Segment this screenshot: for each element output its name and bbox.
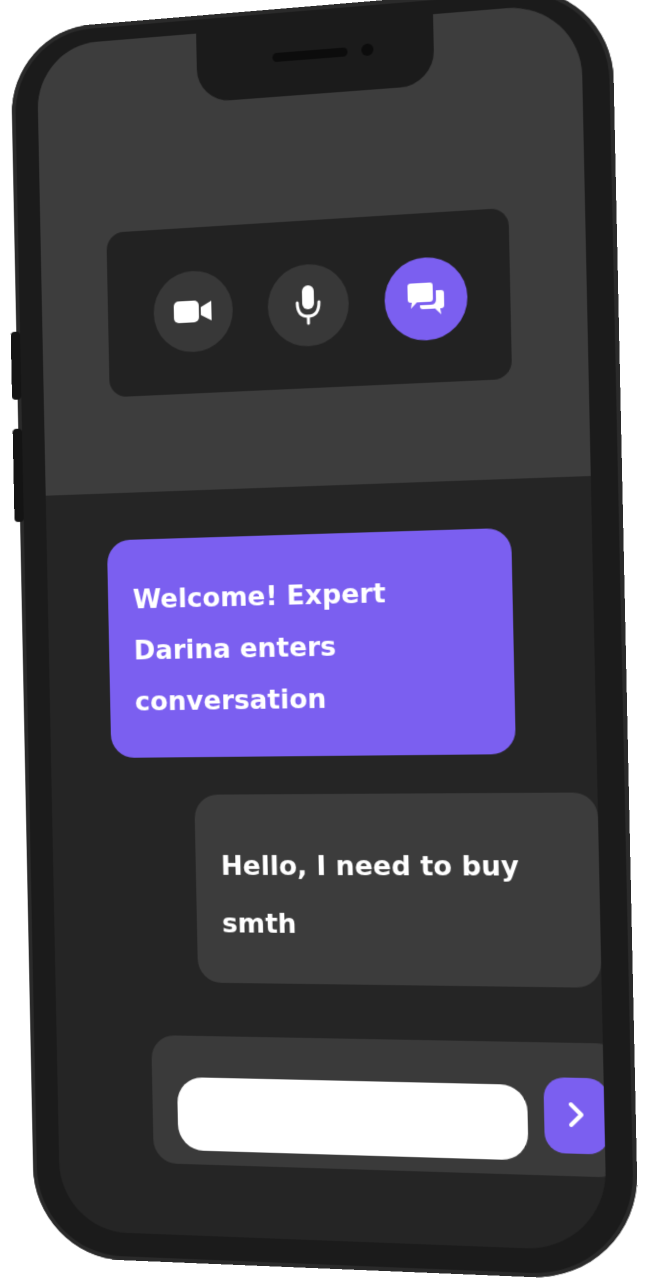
front-camera (361, 43, 374, 57)
phone-body: Welcome! Expert Darina enters conversati… (10, 0, 640, 1280)
message-input[interactable] (176, 1076, 529, 1161)
send-button[interactable] (543, 1077, 608, 1155)
call-controls-panel (106, 207, 513, 398)
video-call-button[interactable] (152, 268, 234, 354)
side-button (12, 428, 24, 523)
user-message-bubble: Hello, I need to buy smth (194, 792, 602, 988)
message-line: conversation (134, 683, 327, 718)
message-line: Hello, I need to buy (220, 851, 520, 883)
microphone-icon (294, 285, 322, 326)
message-line: Welcome! Expert (132, 578, 386, 616)
phone-screen: Welcome! Expert Darina enters conversati… (36, 2, 608, 1252)
side-button (10, 331, 22, 400)
call-header (36, 2, 591, 496)
message-composer (151, 1035, 608, 1178)
chat-button[interactable] (383, 255, 469, 343)
message-line: smth (221, 908, 297, 940)
expert-message-bubble: Welcome! Expert Darina enters conversati… (106, 527, 516, 758)
voice-call-button[interactable] (267, 262, 350, 349)
message-line: Darina enters (133, 631, 337, 667)
device-mockup: Welcome! Expert Darina enters conversati… (0, 0, 648, 1280)
chevron-right-icon (566, 1101, 587, 1131)
speaker-grille (272, 47, 348, 63)
chat-bubbles-icon (405, 281, 446, 318)
video-camera-icon (173, 298, 213, 326)
notch (196, 10, 435, 103)
